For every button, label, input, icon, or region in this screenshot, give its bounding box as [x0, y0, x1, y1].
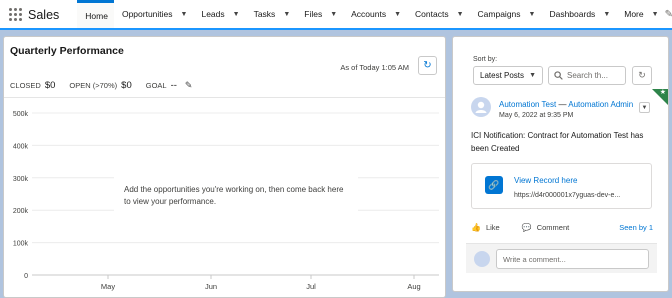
nav-tab-label: Campaigns — [477, 9, 521, 19]
open-label: OPEN (>70%) — [69, 81, 118, 90]
nav-tab-label: Contacts — [415, 9, 449, 19]
y-tick-label: 500k — [13, 111, 29, 118]
nav-tab-label: Home — [85, 10, 108, 21]
sort-by-label: Sort by: — [473, 56, 498, 63]
comment-composer: Write a comment... — [466, 243, 657, 273]
nav-tab-campaigns[interactable]: Campaigns ▼ — [470, 0, 542, 28]
nav-tab-label: Opportunities — [121, 9, 173, 19]
search-icon — [554, 71, 563, 80]
post-date-link[interactable]: May 6, 2022 at 9:35 PM — [499, 112, 573, 119]
as-of-timestamp: As of Today 1:05 AM — [340, 63, 409, 72]
search-placeholder: Search th... — [567, 71, 608, 80]
refresh-icon: ↻ — [423, 60, 432, 71]
chevron-down-icon[interactable]: ▼ — [181, 11, 188, 18]
refresh-icon: ↻ — [638, 70, 646, 80]
quarterly-performance-card: Quarterly Performance As of Today 1:05 A… — [3, 36, 446, 298]
feed-search-input[interactable]: Search th... — [548, 66, 626, 85]
app-launcher-icon[interactable] — [0, 0, 22, 28]
refresh-feed-button[interactable]: ↻ — [632, 66, 652, 85]
divider — [4, 97, 445, 98]
chatter-feed-card: Sort by: Latest Posts ▼ Search th... ↻ ★… — [452, 36, 669, 292]
nav-tab-tasks[interactable]: Tasks ▼ — [246, 0, 297, 28]
like-label: Like — [485, 223, 500, 232]
nav-tab-label: Files — [304, 9, 323, 19]
like-button[interactable]: 👍 Like — [471, 223, 500, 232]
y-tick-label: 100k — [13, 241, 29, 248]
goal-value: -- — [170, 80, 177, 91]
refresh-button[interactable]: ↻ — [418, 56, 437, 75]
closed-value: $0 — [44, 80, 56, 91]
post-header: Automation Test — Automation Admin — [499, 100, 633, 109]
chevron-down-icon[interactable]: ▼ — [394, 11, 401, 18]
top-navigation-bar: Sales Home Opportunities ▼ Leads ▼ Tasks… — [0, 0, 672, 30]
chevron-down-icon[interactable]: ▼ — [457, 11, 464, 18]
nav-tab-label: Leads — [201, 9, 225, 19]
speech-bubble-icon: 💬 — [521, 223, 532, 232]
x-tick-label: May — [101, 282, 115, 291]
user-avatar-icon — [475, 101, 487, 113]
chevron-down-icon[interactable]: ▼ — [233, 11, 240, 18]
y-tick-label: 0 — [24, 273, 28, 280]
edit-nav-pencil-icon[interactable]: ✎ — [665, 0, 672, 28]
avatar[interactable] — [471, 97, 491, 117]
performance-metrics: CLOSED $0 OPEN (>70%) $0 GOAL -- ✎ — [10, 80, 192, 91]
nav-tab-more[interactable]: More ▼ — [616, 0, 664, 28]
sort-select-value: Latest Posts — [480, 71, 525, 80]
chevron-down-icon[interactable]: ▼ — [652, 11, 659, 18]
nav-tab-label: More — [624, 9, 644, 19]
nav-tab-opportunities[interactable]: Opportunities ▼ — [114, 0, 194, 28]
post-separator: — — [558, 100, 567, 109]
y-tick-label: 300k — [13, 176, 29, 183]
chevron-down-icon[interactable]: ▼ — [603, 11, 610, 18]
star-icon: ★ — [659, 89, 666, 96]
record-url: https://d4r000001x7yguas-dev-e... — [514, 192, 621, 199]
nav-tab-label: Dashboards — [549, 9, 596, 19]
post-body: ICI Notification: Contract for Automatio… — [471, 131, 644, 153]
y-tick-label: 200k — [13, 208, 29, 215]
chevron-down-icon[interactable]: ▼ — [529, 11, 536, 18]
nav-tab-dashboards[interactable]: Dashboards ▼ — [541, 0, 616, 28]
thumbs-up-icon: 👍 — [471, 223, 481, 232]
chevron-down-icon[interactable]: ▼ — [330, 11, 337, 18]
comment-button[interactable]: 💬 Comment — [522, 223, 569, 232]
x-tick-label: Jun — [205, 282, 217, 291]
goal-label: GOAL — [145, 81, 167, 90]
closed-label: CLOSED — [10, 81, 41, 90]
chevron-down-icon[interactable]: ▼ — [283, 11, 290, 18]
chevron-down-icon: ▼ — [529, 72, 536, 79]
nav-tab-label: Accounts — [351, 9, 387, 19]
sort-select[interactable]: Latest Posts ▼ — [473, 66, 543, 85]
x-tick-label: Aug — [407, 282, 420, 291]
open-value: $0 — [121, 80, 132, 91]
comment-label: Comment — [536, 223, 570, 232]
record-link[interactable]: View Record here — [514, 176, 577, 185]
nav-tab-contacts[interactable]: Contacts ▼ — [407, 0, 469, 28]
seen-by-link[interactable]: Seen by 1 — [619, 223, 653, 232]
y-tick-label: 400k — [13, 143, 29, 150]
nav-tab-leads[interactable]: Leads ▼ — [193, 0, 245, 28]
comment-input[interactable]: Write a comment... — [496, 249, 649, 269]
card-title: Quarterly Performance — [10, 45, 124, 57]
post-target-link[interactable]: Automation Admin — [568, 100, 633, 109]
record-preview-card[interactable]: 🔗 View Record here https://d4r000001x7yg… — [471, 163, 652, 209]
nav-tab-label: Tasks — [253, 9, 276, 19]
nav-tab-accounts[interactable]: Accounts ▼ — [343, 0, 407, 28]
x-tick-label: Jul — [306, 282, 316, 291]
avatar — [474, 251, 490, 267]
empty-chart-message: Add the opportunities you're working on,… — [114, 177, 358, 217]
edit-goal-pencil-icon[interactable]: ✎ — [185, 80, 193, 91]
app-name: Sales — [28, 8, 60, 22]
link-icon: 🔗 — [485, 176, 503, 194]
post-author-link[interactable]: Automation Test — [499, 100, 556, 109]
post-actions: 👍 Like 💬 Comment Seen by 1 — [471, 223, 653, 232]
nav-tab-home[interactable]: Home — [77, 0, 114, 28]
post-actions-chevron-icon[interactable]: ▼ — [639, 102, 650, 113]
nav-tab-files[interactable]: Files ▼ — [296, 0, 343, 28]
